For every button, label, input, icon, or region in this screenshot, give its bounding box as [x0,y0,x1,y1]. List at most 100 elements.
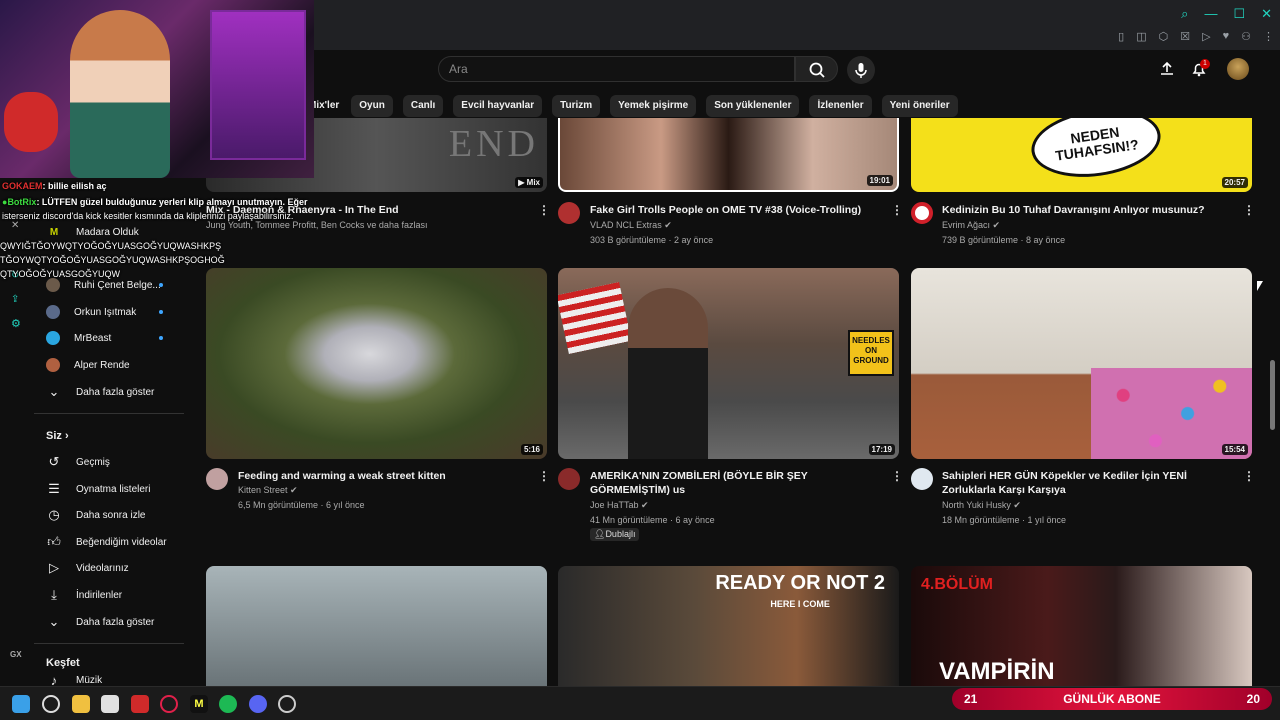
file-explorer-icon[interactable] [72,695,90,713]
video-title[interactable]: Feeding and warming a weak street kitten [238,469,528,483]
search-button[interactable] [795,56,838,82]
video-channel[interactable]: VLAD NCL Extras ✔︎ [590,220,672,231]
channel-name: Kitten Street [238,485,288,495]
voice-search-button[interactable] [847,56,875,84]
spotify-icon[interactable] [219,695,237,713]
sidebar-show-more-subs[interactable]: ⌄ Daha fazla göster [46,382,155,402]
sidebar-item-playlists[interactable]: ☰ Oynatma listeleri [46,479,150,499]
chip-live[interactable]: Canlı [402,95,444,117]
bookmark-icon[interactable]: ▯ [1118,30,1124,43]
windows-start-icon[interactable] [12,695,30,713]
menu-icon[interactable]: ⋮ [1263,30,1274,43]
search-icon[interactable] [42,695,60,713]
video-thumbnail[interactable]: 5:16 [206,268,547,459]
thumbnail-text: NEDEN TUHAFSIN!? [1054,123,1140,164]
discord-icon[interactable] [249,695,267,713]
heart-icon[interactable]: ♥ [1223,30,1230,43]
scrollbar[interactable] [1270,360,1275,430]
video-channel[interactable]: Evrim Ağacı ✔︎ [942,220,1000,231]
upload-icon[interactable] [1158,60,1176,78]
video-channel[interactable]: Joe HaTTab ✔︎ [590,500,649,511]
more-options-icon[interactable]: ⋮ [891,469,903,483]
chevron-down-icon: ⌄ [48,384,60,399]
more-options-icon[interactable]: ⋮ [1243,203,1255,217]
sidebar-item-label: Oynatma listeleri [76,483,151,495]
app-icon[interactable] [278,695,296,713]
video-thumbnail[interactable]: READY OR NOT 2 HERE I COME [558,566,899,686]
sidebar-item-your-videos[interactable]: ▷ Videolarınız [46,558,129,578]
channel-avatar[interactable] [206,468,228,490]
opera-gx-icon[interactable] [160,695,178,713]
sidebar-sub-alper[interactable]: Alper Rende [46,355,130,375]
verified-icon: ✔︎ [641,500,649,510]
search-input[interactable]: Ara [438,56,795,82]
video-channel[interactable]: Kitten Street ✔︎ [238,485,298,496]
shield-icon[interactable]: ⬡ [1159,30,1169,43]
profile-icon[interactable]: ⚇ [1241,30,1251,43]
settings-icon[interactable]: ⚙ [11,317,21,330]
verified-icon: ✔︎ [664,220,672,230]
chip-tourism[interactable]: Turizm [552,95,601,117]
video-thumbnail[interactable]: 15:54 [911,268,1252,459]
app-icon[interactable] [131,695,149,713]
sidebar-sub-orkun[interactable]: Orkun Işıtmak [46,302,136,322]
video-thumbnail[interactable]: NEEDLES ON GROUND 17:19 [558,268,899,459]
chip-new-to-you[interactable]: Yeni öneriler [881,95,958,117]
video-thumbnail[interactable] [206,566,547,686]
thumbnail-speech-bubble: NEDEN TUHAFSIN!? [1027,118,1165,185]
streamer-graphic [70,10,170,178]
play-icon[interactable]: ▷ [1202,30,1210,43]
video-channel[interactable]: Jung Youth, Tommee Profitt, Ben Cocks ve… [206,220,427,230]
sidebar-item-music[interactable]: ♪ Müzik [46,674,102,686]
minimize-icon[interactable]: — [1204,6,1217,22]
maximize-icon[interactable]: ☐ [1233,6,1245,22]
channel-avatar[interactable] [558,202,580,224]
avatar [46,358,60,372]
video-title[interactable]: Fake Girl Trolls People on OME TV #38 (V… [590,203,880,217]
more-options-icon[interactable]: ⋮ [538,469,550,483]
video-title[interactable]: AMERİKA'NIN ZOMBİLERİ (BÖYLE BİR ŞEY GÖR… [590,469,885,497]
sidebar-item-watch-later[interactable]: ◷ Daha sonra izle [46,505,145,525]
video-channel[interactable]: North Yuki Husky ✔︎ [942,500,1021,511]
video-thumbnail[interactable]: NEDEN TUHAFSIN!? 20:57 [911,118,1252,192]
chip-cooking[interactable]: Yemek pişirme [610,95,697,117]
sidebar-item-downloads[interactable]: ⤓ İndirilenler [46,585,122,605]
video-title[interactable]: Sahipleri HER GÜN Köpekler ve Kediler İç… [942,469,1232,497]
more-options-icon[interactable]: ⋮ [538,203,550,217]
gx-icon[interactable]: GX [10,650,22,659]
sidebar-item-label: Ruhi Çenet Belge... [74,279,161,291]
video-title[interactable]: Kedinizin Bu 10 Tuhaf Davranışını Anlıyo… [942,203,1232,217]
chip-watched[interactable]: İzlenenler [809,95,872,117]
search-icon[interactable]: ⌕ [1181,6,1188,22]
channel-avatar[interactable] [911,468,933,490]
more-options-icon[interactable]: ⋮ [1243,469,1255,483]
sidebar-sub-mrbeast[interactable]: MrBeast [46,328,111,348]
sidebar-item-liked[interactable]: 👍︎ Beğendiğim videolar [46,532,166,552]
thumbnail-subtext: HERE I COME [770,599,830,609]
close-icon[interactable]: ✕ [1261,6,1272,22]
section-label: Siz [46,430,62,442]
channel-avatar[interactable] [558,468,580,490]
x-icon[interactable]: ✕ [11,220,19,231]
sidebar-item-label: Müzik [76,674,103,686]
more-options-icon[interactable]: ⋮ [891,203,903,217]
chip-gaming[interactable]: Oyun [351,95,393,117]
sidebar-show-more-you[interactable]: ⌄ Daha fazla göster [46,612,155,632]
account-avatar[interactable] [1227,58,1249,80]
video-thumbnail[interactable]: 4.BÖLÜM VAMPİRİN [911,566,1252,686]
duration-badge: 19:01 [866,175,893,186]
channel-avatar[interactable] [911,202,933,224]
app-icon[interactable] [101,695,119,713]
video-thumbnail[interactable]: 19:01 [558,118,899,192]
screenshot-icon[interactable]: ◫ [1136,30,1146,43]
sidebar-sub-madara[interactable]: M Madara Olduk [46,222,139,242]
sidebar-item-history[interactable]: ↺ Geçmiş [46,452,110,472]
channel-name: Joe HaTTab [590,500,639,510]
share-icon[interactable]: ⇪ [11,294,19,305]
chip-pets[interactable]: Evcil hayvanlar [453,95,543,117]
extension-icon[interactable]: ☒ [1180,30,1190,43]
sidebar-you-header[interactable]: Siz › [46,430,69,442]
needles-sign: NEEDLES ON GROUND [848,330,894,376]
chip-recently-uploaded[interactable]: Son yüklenenler [706,95,800,117]
app-icon[interactable]: M [190,695,208,713]
